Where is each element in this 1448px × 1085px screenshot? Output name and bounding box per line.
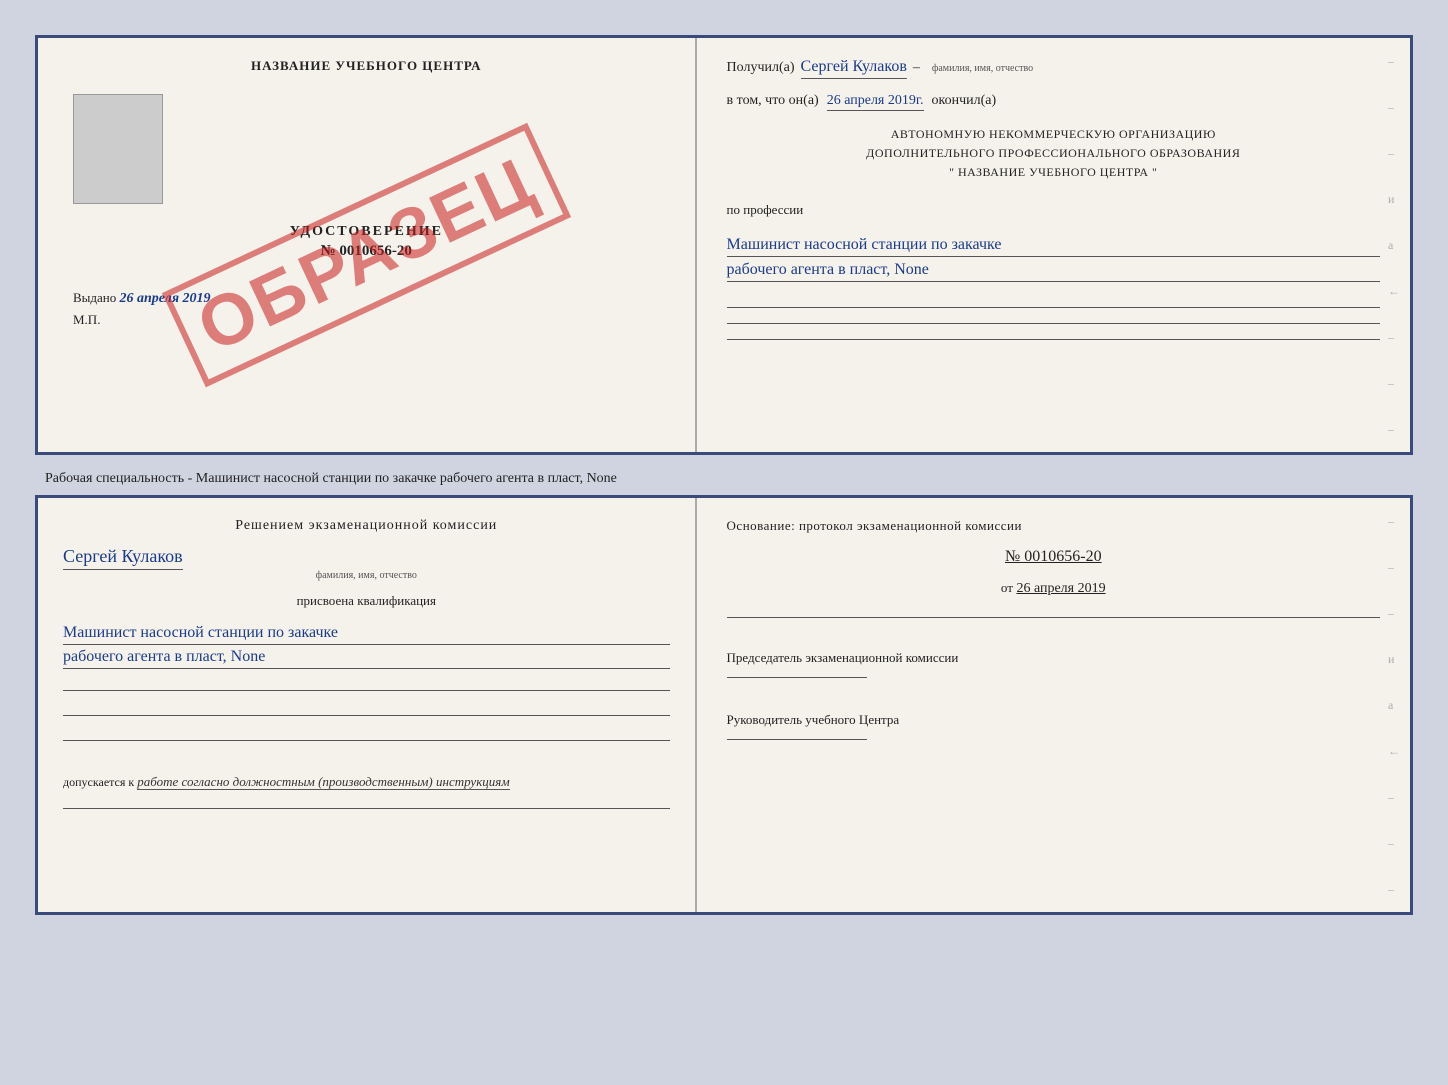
right-dashes-bottom: – – – и а ← – – – — [1388, 498, 1400, 912]
bottom-familiya-hint: фамилия, имя, отчество — [63, 570, 670, 581]
doc-right: Получил(a) Сергей Кулаков – фамилия, имя… — [697, 38, 1410, 452]
protocol-date-row: от 26 апреля 2019 — [727, 580, 1380, 597]
vtom-row: в том, что он(а) 26 апреля 2019г. окончи… — [727, 93, 1380, 111]
qual-blank-3 — [63, 740, 670, 741]
doc-bottom-right: Основание: протокол экзаменационной коми… — [697, 498, 1410, 912]
document-bottom: Решением экзаменационной комиссии Сергей… — [35, 495, 1413, 915]
doc-left: НАЗВАНИЕ УЧЕБНОГО ЦЕНТРА УДОСТОВЕРЕНИЕ №… — [38, 38, 697, 452]
blank-line-3 — [727, 339, 1380, 340]
page-container: НАЗВАНИЕ УЧЕБНОГО ЦЕНТРА УДОСТОВЕРЕНИЕ №… — [20, 20, 1428, 930]
mp-line: М.П. — [73, 312, 100, 328]
po-professii-label: по профессии — [727, 202, 1380, 218]
blank-line-1 — [727, 307, 1380, 308]
bottom-name: Сергей Кулаков — [63, 546, 183, 570]
document-top: НАЗВАНИЕ УЧЕБНОГО ЦЕНТРА УДОСТОВЕРЕНИЕ №… — [35, 35, 1413, 455]
udost-title: УДОСТОВЕРЕНИЕ — [290, 224, 443, 240]
protocol-date: 26 апреля 2019 — [1016, 581, 1105, 596]
org-line1: АВТОНОМНУЮ НЕКОММЕРЧЕСКУЮ ОРГАНИЗАЦИЮ — [727, 125, 1380, 144]
org-line3: " НАЗВАНИЕ УЧЕБНОГО ЦЕНТРА " — [727, 163, 1380, 182]
familiya-hint-top: фамилия, имя, отчество — [932, 63, 1033, 74]
poluchil-label: Получил(a) — [727, 60, 795, 76]
qual-line2: рабочего агента в пласт, None — [63, 648, 670, 669]
predsedatel-signature — [727, 677, 867, 678]
udost-number: № 0010656-20 — [290, 243, 443, 260]
org-block: АВТОНОМНУЮ НЕКОММЕРЧЕСКУЮ ОРГАНИЗАЦИЮ ДО… — [727, 125, 1380, 183]
qual-blank-1 — [63, 690, 670, 691]
vydano-line: Выдано 26 апреля 2019 — [73, 290, 211, 307]
rukovoditel-block: Руководитель учебного Центра — [727, 710, 1380, 748]
vydano-date: 26 апреля 2019 — [120, 291, 211, 306]
right-dashes-top: – – – и а ← – – – — [1388, 38, 1400, 452]
blank-line-2 — [727, 323, 1380, 324]
protocol-number: № 0010656-20 — [727, 548, 1380, 566]
profession-block: Машинист насосной станции по закачке раб… — [727, 232, 1380, 282]
vtom-date: 26 апреля 2019г. — [827, 93, 924, 111]
resheniem-text: Решением экзаменационной комиссии — [63, 518, 670, 534]
dopusk-blank — [63, 808, 670, 809]
okonchil-label: окончил(а) — [932, 93, 997, 109]
dopuskaetsya-label: допускается к — [63, 775, 134, 789]
rukovoditel-label: Руководитель учебного Центра — [727, 712, 900, 727]
poluchil-row: Получил(a) Сергей Кулаков – фамилия, имя… — [727, 58, 1380, 79]
bottom-name-block: Сергей Кулаков фамилия, имя, отчество — [63, 546, 670, 581]
poluchil-name: Сергей Кулаков — [801, 58, 907, 79]
vydano-label: Выдано — [73, 290, 116, 305]
profession-line1: Машинист насосной станции по закачке — [727, 236, 1380, 257]
middle-text-content: Рабочая специальность - Машинист насосно… — [45, 471, 617, 486]
org-line2: ДОПОЛНИТЕЛЬНОГО ПРОФЕССИОНАЛЬНОГО ОБРАЗО… — [727, 144, 1380, 163]
doc-bottom-left: Решением экзаменационной комиссии Сергей… — [38, 498, 697, 912]
dopusk-text: работе согласно должностным (производств… — [137, 774, 509, 790]
qualification-block: Машинист насосной станции по закачке раб… — [63, 621, 670, 672]
vtom-label: в том, что он(а) — [727, 93, 819, 109]
right-blank-1 — [727, 617, 1380, 618]
predsedatel-label: Председатель экзаменационной комиссии — [727, 650, 959, 665]
osnovaniye-text: Основание: протокол экзаменационной коми… — [727, 518, 1380, 534]
ot-label: от — [1001, 580, 1013, 595]
photo-placeholder — [73, 94, 163, 204]
qual-blank-2 — [63, 715, 670, 716]
protocol-number-text: № 0010656-20 — [1005, 548, 1102, 565]
left-title: НАЗВАНИЕ УЧЕБНОГО ЦЕНТРА — [251, 58, 482, 74]
dopuskaetsya-block: допускается к работе согласно должностны… — [63, 774, 670, 790]
predsedatel-block: Председатель экзаменационной комиссии — [727, 648, 1380, 686]
middle-text: Рабочая специальность - Машинист насосно… — [35, 463, 1413, 495]
profession-line2: рабочего агента в пласт, None — [727, 261, 1380, 282]
qual-line1: Машинист насосной станции по закачке — [63, 624, 670, 645]
rukovoditel-signature — [727, 739, 867, 740]
udost-block: УДОСТОВЕРЕНИЕ № 0010656-20 — [290, 224, 443, 260]
prisvoena-label: присвоена квалификация — [63, 593, 670, 609]
